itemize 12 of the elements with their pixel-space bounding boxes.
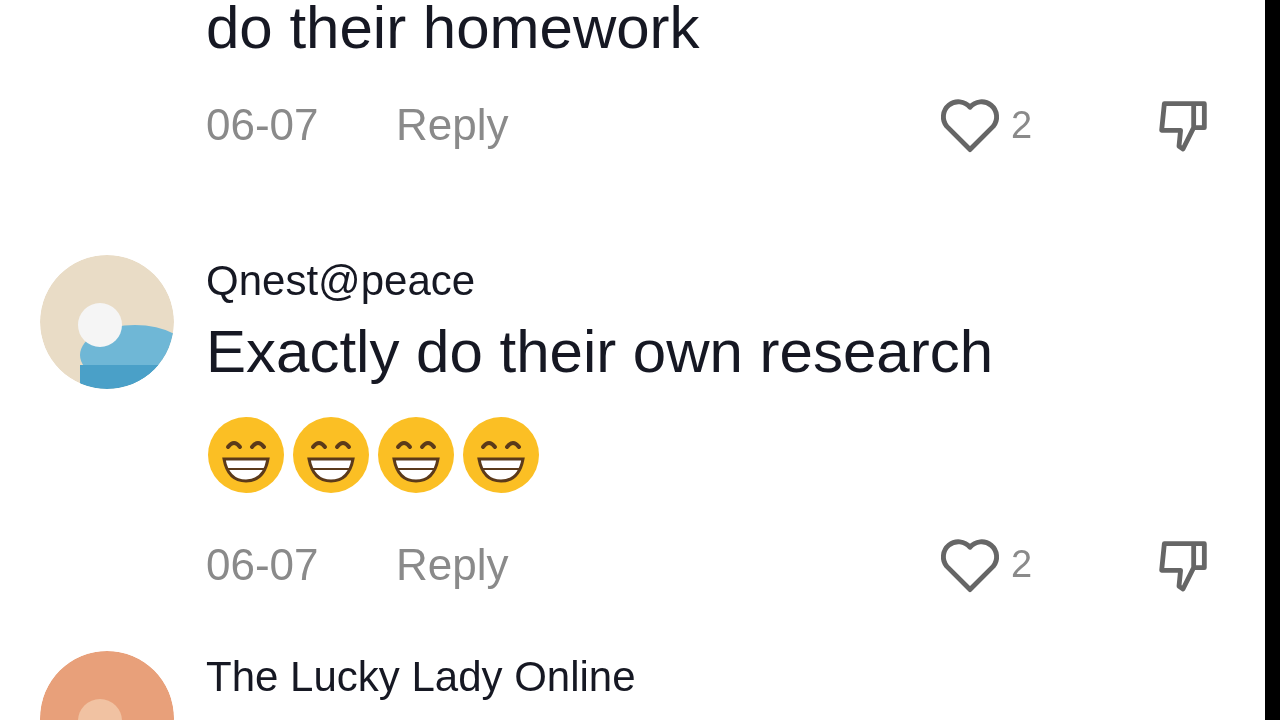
comment-date: 06-07 <box>206 538 320 591</box>
username[interactable]: The Lucky Lady Online <box>206 650 1215 703</box>
grinning-face-icon <box>206 414 286 495</box>
grinning-face-icon <box>291 414 371 495</box>
grinning-face-icon <box>376 414 456 495</box>
like-count: 2 <box>1011 102 1034 148</box>
comment-date: 06-07 <box>206 99 320 151</box>
comment-text: do their homework <box>206 0 701 63</box>
username[interactable]: Qnest@peace <box>206 255 1215 308</box>
comment-text: Exactly do their own research <box>206 316 995 387</box>
grinning-face-icon <box>461 414 541 495</box>
like-count: 2 <box>1011 542 1034 587</box>
